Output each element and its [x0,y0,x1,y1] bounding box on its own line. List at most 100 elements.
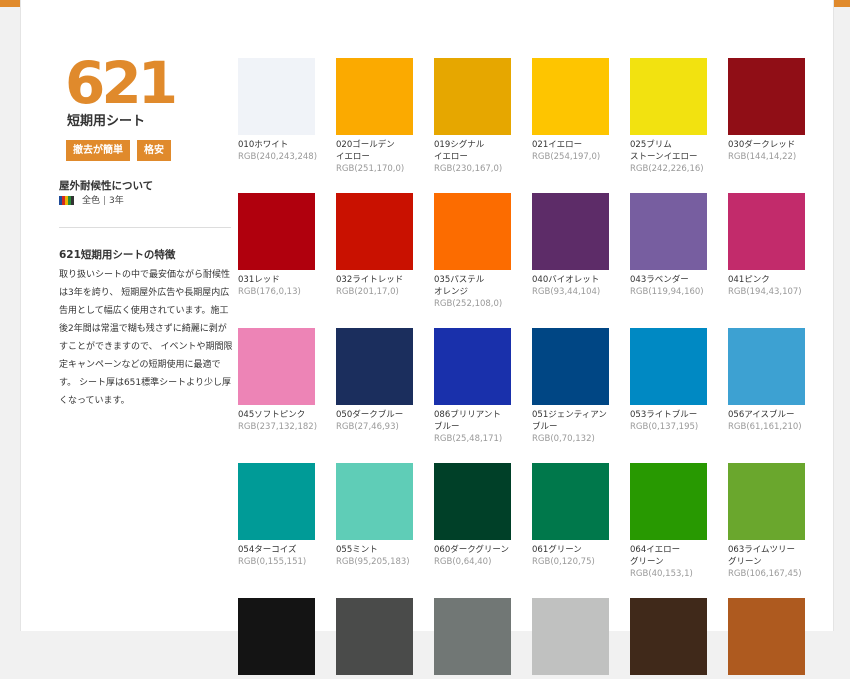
color-rgb: RGB(0,70,132) [532,434,595,444]
color-name: 064イエロー グリーン [630,545,681,567]
color-swatch[interactable]: 051ジェンティアン ブルー RGB(0,70,132) [532,328,609,446]
color-swatch[interactable] [630,598,707,679]
color-bars-icon [59,196,76,205]
color-rgb: RGB(144,14,22) [728,152,797,162]
color-swatch[interactable]: 053ライトブルー RGB(0,137,195) [630,328,707,434]
color-chip [238,193,315,270]
color-swatch[interactable]: 054ターコイズ RGB(0,155,151) [238,463,315,569]
color-swatch[interactable]: 050ダークブルー RGB(27,46,93) [336,328,413,434]
color-chip [238,598,315,675]
color-chip [434,328,511,405]
color-chip [728,58,805,135]
color-swatch[interactable]: 031レッド RGB(176,0,13) [238,193,315,299]
color-chip [630,58,707,135]
color-swatch[interactable] [336,598,413,679]
tag-easy-removal: 撤去が簡単 [66,140,130,161]
color-name: 040バイオレット [532,275,600,285]
weather-colors: 全色 [82,196,101,206]
color-name: 010ホワイト [238,140,289,150]
color-rgb: RGB(242,226,16) [630,164,704,174]
color-swatch[interactable]: 043ラベンダー RGB(119,94,160) [630,193,707,299]
color-name: 086ブリリアント ブルー [434,410,501,432]
product-name: 短期用シート [67,114,146,129]
color-name: 061グリーン [532,545,582,555]
color-swatch[interactable]: 032ライトレッド RGB(201,17,0) [336,193,413,299]
color-bar-stripe [71,196,74,205]
color-name: 030ダークレッド [728,140,796,150]
color-name: 060ダークグリーン [434,545,509,555]
color-swatch[interactable]: 086ブリリアント ブルー RGB(25,48,171) [434,328,511,446]
color-swatch[interactable]: 041ピンク RGB(194,43,107) [728,193,805,299]
color-swatch[interactable]: 019シグナル イエロー RGB(230,167,0) [434,58,511,176]
color-rgb: RGB(252,108,0) [434,299,503,309]
weather-years: 3年 [109,196,124,206]
color-name: 025ブリム ストーンイエロー [630,140,698,162]
color-name: 054ターコイズ [238,545,297,555]
color-chip [336,598,413,675]
color-name: 041ピンク [728,275,770,285]
color-name: 045ソフトピンク [238,410,306,420]
color-swatch[interactable]: 040バイオレット RGB(93,44,104) [532,193,609,299]
color-chip [630,463,707,540]
color-rgb: RGB(27,46,93) [336,422,399,432]
color-rgb: RGB(25,48,171) [434,434,503,444]
color-name: 020ゴールデン イエロー [336,140,395,162]
color-swatch[interactable]: 045ソフトピンク RGB(237,132,182) [238,328,317,434]
color-chip [532,463,609,540]
color-rgb: RGB(61,161,210) [728,422,802,432]
color-swatch[interactable]: 061グリーン RGB(0,120,75) [532,463,609,569]
color-chip [336,328,413,405]
color-name: 056アイスブルー [728,410,795,420]
color-swatch[interactable]: 030ダークレッド RGB(144,14,22) [728,58,805,164]
divider [59,227,231,228]
color-swatch[interactable]: 025ブリム ストーンイエロー RGB(242,226,16) [630,58,707,176]
color-chip [336,193,413,270]
color-swatch[interactable]: 020ゴールデン イエロー RGB(251,170,0) [336,58,413,176]
color-chip [532,193,609,270]
color-swatch[interactable]: 021イエロー RGB(254,197,0) [532,58,609,164]
color-rgb: RGB(119,94,160) [630,287,704,297]
weather-info: 全色 3年 [59,195,124,207]
color-chip [630,193,707,270]
product-number: 621 [65,49,178,117]
color-chip [336,463,413,540]
color-swatch[interactable]: 035パステル オレンジ RGB(252,108,0) [434,193,511,311]
color-swatch[interactable] [532,598,609,679]
color-name: 035パステル オレンジ [434,275,485,297]
feature-title: 621短期用シートの特徴 [59,249,176,261]
color-chip [434,598,511,675]
color-swatch[interactable]: 064イエロー グリーン RGB(40,153,1) [630,463,707,581]
color-name: 050ダークブルー [336,410,404,420]
color-rgb: RGB(95,205,183) [336,557,410,567]
color-rgb: RGB(254,197,0) [532,152,601,162]
color-rgb: RGB(240,243,248) [238,152,318,162]
color-swatch[interactable] [238,598,315,679]
color-name: 021イエロー [532,140,583,150]
color-rgb: RGB(201,17,0) [336,287,399,297]
color-swatch[interactable]: 055ミント RGB(95,205,183) [336,463,413,569]
color-swatch[interactable] [728,598,805,679]
color-swatch[interactable]: 056アイスブルー RGB(61,161,210) [728,328,805,434]
color-name: 055ミント [336,545,378,555]
feature-text: 取り扱いシートの中で最安価ながら耐候性は3年を誇り、 短期屋外広告や長期屋内広告… [59,270,233,406]
color-chip [238,328,315,405]
color-chip [728,193,805,270]
color-swatch[interactable]: 010ホワイト RGB(240,243,248) [238,58,318,164]
color-rgb: RGB(0,120,75) [532,557,595,567]
color-chip [238,58,315,135]
color-swatch[interactable]: 060ダークグリーン RGB(0,64,40) [434,463,511,569]
color-chip [532,598,609,675]
color-chip [728,328,805,405]
color-chip [434,193,511,270]
color-chip [728,463,805,540]
color-rgb: RGB(194,43,107) [728,287,802,297]
color-rgb: RGB(0,155,151) [238,557,307,567]
color-swatch[interactable]: 063ライムツリー グリーン RGB(106,167,45) [728,463,805,581]
color-chip [434,58,511,135]
color-rgb: RGB(0,137,195) [630,422,699,432]
color-rgb: RGB(251,170,0) [336,164,405,174]
color-rgb: RGB(0,64,40) [434,557,492,567]
color-chip [630,328,707,405]
color-swatch[interactable] [434,598,511,679]
color-chip [532,58,609,135]
